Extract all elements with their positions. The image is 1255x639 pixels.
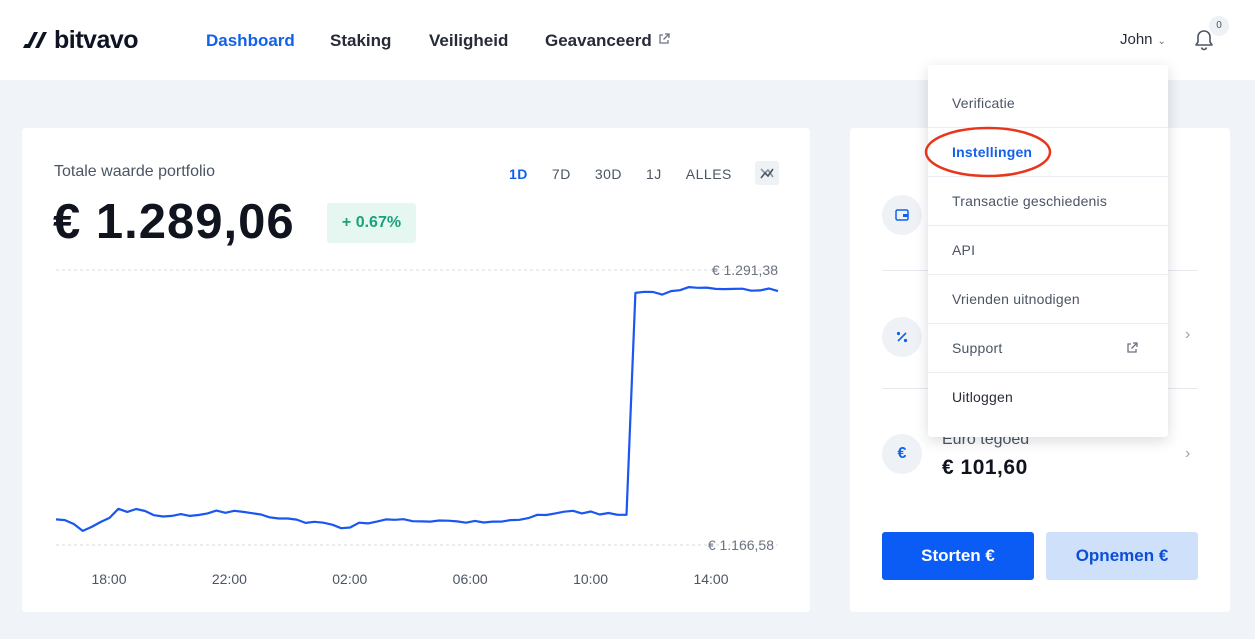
menu-item-label: Vrienden uitnodigen: [952, 291, 1080, 307]
menu-item-api[interactable]: API: [928, 226, 1168, 275]
chevron-right-icon[interactable]: ›: [1185, 445, 1190, 463]
menu-item-vrienden-uitnodigen[interactable]: Vrienden uitnodigen: [928, 275, 1168, 324]
deposit-button[interactable]: Storten €: [882, 532, 1034, 580]
portfolio-line-chart: € 1.291,38 € 1.166,58 18:00 22:00 02:00 06:…: [55, 262, 779, 587]
withdraw-button[interactable]: Opnemen €: [1046, 532, 1198, 580]
menu-item-label: Support: [952, 340, 1003, 356]
range-1j[interactable]: 1J: [646, 166, 662, 182]
bitvavo-logo-mark-icon: [23, 32, 47, 48]
portfolio-card: Totale waarde portfolio 1D 7D 30D 1J ALL…: [22, 128, 810, 612]
nav-veiligheid[interactable]: Veiligheid: [429, 31, 508, 51]
chart-min-label: € 1.166,58: [708, 537, 774, 553]
chart-max-label: € 1.291,38: [712, 262, 778, 278]
bitvavo-logo[interactable]: bitvavo: [23, 25, 139, 54]
nav-dashboard[interactable]: Dashboard: [206, 31, 295, 51]
nav-geavanceerd-label: Geavanceerd: [545, 31, 652, 50]
chevron-down-icon: ⌄: [1157, 36, 1166, 47]
x-tick-label: 10:00: [573, 571, 608, 587]
x-tick-label: 06:00: [453, 571, 488, 587]
x-tick-label: 18:00: [91, 571, 126, 587]
x-tick-label: 22:00: [212, 571, 247, 587]
range-alles[interactable]: ALLES: [686, 166, 732, 182]
euro-balance-value: € 101,60: [942, 456, 1028, 479]
time-range-selector: 1D 7D 30D 1J ALLES: [509, 166, 756, 182]
portfolio-total-value: € 1.289,06: [53, 195, 295, 249]
nav-geavanceerd[interactable]: Geavanceerd: [545, 31, 670, 51]
menu-item-label: Verificatie: [952, 95, 1015, 111]
notification-count-badge: 0: [1209, 16, 1229, 36]
external-link-icon: [659, 33, 670, 44]
highlight-ellipse-annotation: [924, 126, 1052, 178]
menu-item-label: API: [952, 242, 976, 258]
chevron-right-icon[interactable]: ›: [1185, 326, 1190, 344]
chart-type-toggle-button[interactable]: [755, 161, 779, 185]
menu-item-support[interactable]: Support: [928, 324, 1168, 373]
menu-item-label: Transactie geschiedenis: [952, 193, 1108, 209]
percent-icon: [882, 317, 922, 357]
user-menu-toggle[interactable]: John ⌄: [1120, 31, 1166, 48]
range-1d[interactable]: 1D: [509, 166, 528, 182]
user-name: John: [1120, 31, 1153, 48]
chart-x-ticks: 18:00 22:00 02:00 06:00 10:00 14:00: [91, 571, 728, 587]
wallet-icon: [882, 195, 922, 235]
menu-item-verificatie[interactable]: Verificatie: [928, 79, 1168, 128]
portfolio-title: Totale waarde portfolio: [54, 163, 215, 180]
euro-icon: €: [882, 434, 922, 474]
portfolio-change-badge: + 0.67%: [327, 203, 416, 243]
user-dropdown-menu: Verificatie Instellingen Transactie gesc…: [928, 65, 1168, 437]
nav-staking[interactable]: Staking: [330, 31, 391, 51]
portfolio-series-line: [55, 286, 779, 532]
menu-item-label: Uitloggen: [952, 389, 1013, 405]
chart-toggle-icon: [760, 168, 774, 179]
range-30d[interactable]: 30D: [595, 166, 622, 182]
logo-text: bitvavo: [54, 25, 139, 54]
x-tick-label: 02:00: [332, 571, 367, 587]
menu-item-uitloggen[interactable]: Uitloggen: [928, 373, 1168, 422]
range-7d[interactable]: 7D: [552, 166, 571, 182]
external-link-icon: [1127, 342, 1138, 353]
x-tick-label: 14:00: [693, 571, 728, 587]
menu-item-transactie-geschiedenis[interactable]: Transactie geschiedenis: [928, 177, 1168, 226]
